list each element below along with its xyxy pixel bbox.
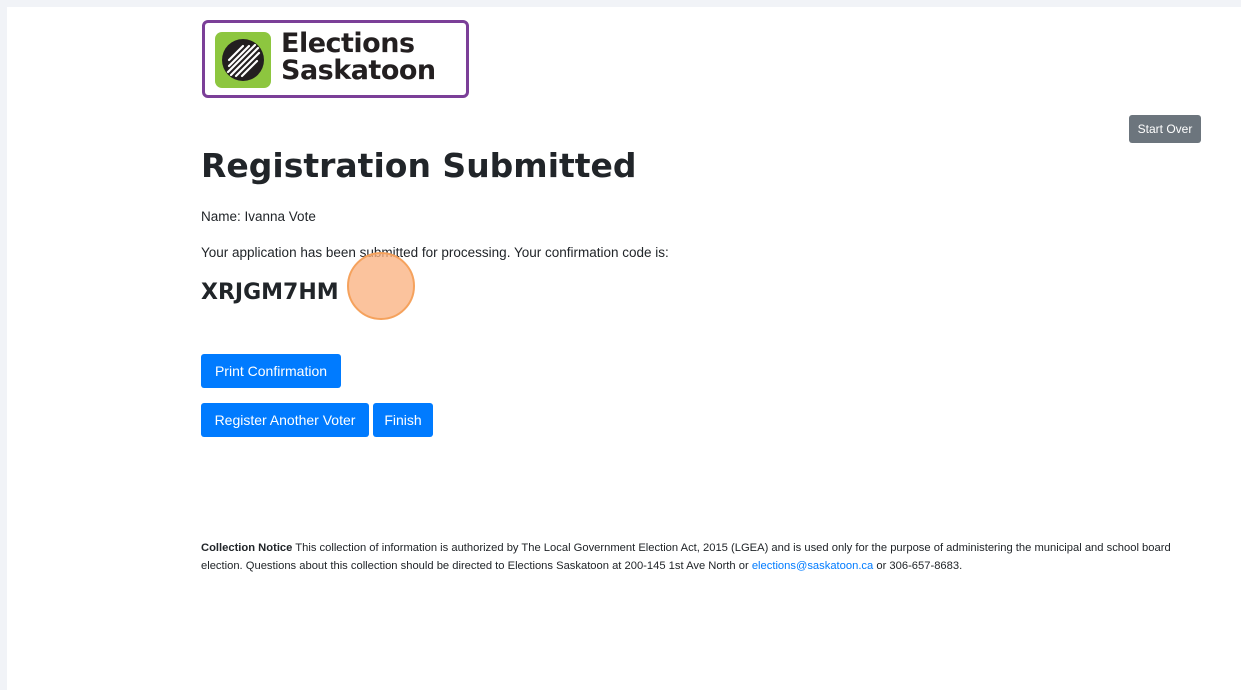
- logo-line-2: Saskatoon: [281, 55, 436, 86]
- page: Elections Saskatoon Start Over Registrat…: [7, 7, 1241, 690]
- collection-notice: Collection Notice This collection of inf…: [201, 539, 1176, 575]
- confirmation-code: XRJGM7HM: [201, 280, 339, 305]
- register-another-voter-button[interactable]: Register Another Voter: [201, 403, 369, 437]
- elections-email-link[interactable]: elections@saskatoon.ca: [752, 560, 873, 572]
- elections-saskatoon-logo[interactable]: Elections Saskatoon: [202, 20, 469, 98]
- start-over-button[interactable]: Start Over: [1129, 115, 1201, 143]
- page-title: Registration Submitted: [201, 146, 637, 185]
- print-confirmation-button[interactable]: Print Confirmation: [201, 354, 341, 388]
- collection-notice-text: This collection of information is author…: [201, 542, 1171, 572]
- voter-name: Name: Ivanna Vote: [201, 209, 316, 224]
- click-highlight-indicator: [347, 252, 415, 320]
- ballot-scribble-icon: [215, 32, 271, 88]
- collection-notice-heading: Collection Notice: [201, 542, 293, 554]
- logo-text: Elections Saskatoon: [281, 30, 436, 84]
- finish-button[interactable]: Finish: [373, 403, 433, 437]
- collection-notice-phone: or 306-657-8683.: [876, 560, 963, 572]
- logo-line-1: Elections: [281, 28, 415, 59]
- submission-message: Your application has been submitted for …: [201, 245, 669, 260]
